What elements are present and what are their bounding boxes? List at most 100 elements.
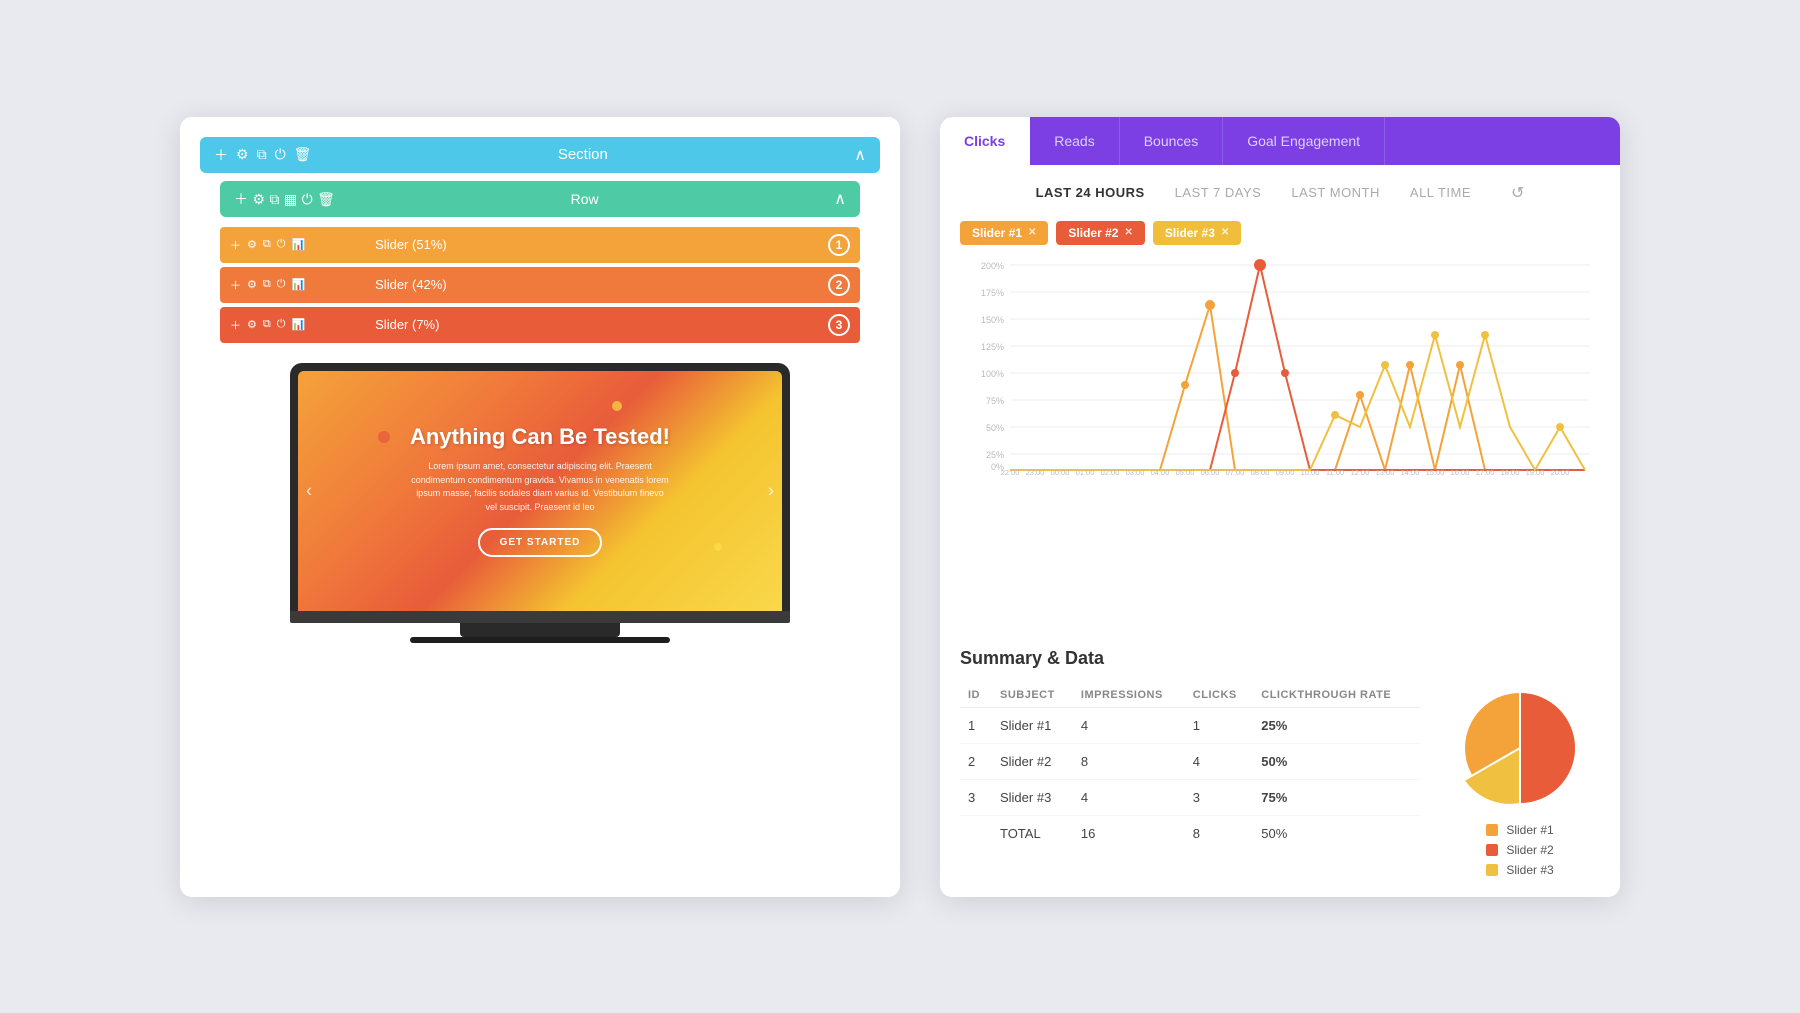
gear-s1-icon[interactable]: ⚙ bbox=[247, 238, 257, 251]
copy-row-icon[interactable]: ⧉ bbox=[269, 191, 279, 207]
point-s1-2 bbox=[1181, 381, 1189, 389]
row-chevron-icon[interactable]: ∧ bbox=[834, 189, 846, 209]
filter-tag-slider3[interactable]: Slider #3 ✕ bbox=[1153, 221, 1241, 245]
add-row-icon[interactable]: ＋ bbox=[234, 191, 248, 207]
section-bar: ＋ ⚙ ⧉ ⏻ 🗑 Section ∧ bbox=[200, 137, 880, 173]
point-s1-5 bbox=[1456, 361, 1464, 369]
row1-id: 1 bbox=[960, 707, 992, 743]
svg-text:25%: 25% bbox=[986, 450, 1004, 460]
row2-rate: 50% bbox=[1253, 743, 1420, 779]
summary-layout: ID SUBJECT IMPRESSIONS CLICKS CLICKTHROU… bbox=[960, 683, 1600, 877]
nav-next-arrow[interactable]: › bbox=[768, 480, 774, 501]
add-s1-icon[interactable]: ＋ bbox=[230, 237, 241, 253]
svg-text:02:00: 02:00 bbox=[1101, 468, 1120, 475]
tab-goal-engagement[interactable]: Goal Engagement bbox=[1223, 117, 1385, 165]
svg-text:11:00: 11:00 bbox=[1326, 468, 1344, 475]
svg-text:14:00: 14:00 bbox=[1401, 468, 1420, 475]
svg-text:17:00: 17:00 bbox=[1476, 468, 1495, 475]
svg-text:125%: 125% bbox=[981, 342, 1004, 352]
filter-tag-slider2[interactable]: Slider #2 ✕ bbox=[1056, 221, 1144, 245]
line-slider3 bbox=[1010, 335, 1585, 470]
dot-2 bbox=[612, 401, 622, 411]
tag3-close-icon[interactable]: ✕ bbox=[1221, 227, 1229, 238]
row3-rate: 75% bbox=[1253, 779, 1420, 815]
trash-icon[interactable]: 🗑 bbox=[294, 146, 312, 163]
chevron-up-icon[interactable]: ∧ bbox=[854, 145, 866, 165]
summary-section: Summary & Data ID SUBJECT IMPRESSIONS CL… bbox=[940, 638, 1620, 897]
gear-s2-icon[interactable]: ⚙ bbox=[247, 278, 257, 291]
point-s1-4 bbox=[1406, 361, 1414, 369]
tab-clicks[interactable]: Clicks bbox=[940, 117, 1030, 165]
dot-1 bbox=[378, 431, 390, 443]
slider3-label: Slider (7%) bbox=[315, 317, 828, 332]
legend-label-3: Slider #3 bbox=[1506, 863, 1553, 877]
point-s1-peak bbox=[1205, 300, 1215, 310]
reset-button[interactable]: ↺ bbox=[1511, 183, 1524, 203]
svg-text:18:00: 18:00 bbox=[1501, 468, 1520, 475]
add-s2-icon[interactable]: ＋ bbox=[230, 277, 241, 293]
chart-s2-icon[interactable]: 📊 bbox=[291, 278, 305, 291]
filter-lastmonth[interactable]: LAST MONTH bbox=[1291, 185, 1380, 200]
nav-prev-arrow[interactable]: ‹ bbox=[306, 480, 312, 501]
right-panel: Clicks Reads Bounces Goal Engagement LAS… bbox=[940, 117, 1620, 897]
tab-reads[interactable]: Reads bbox=[1030, 117, 1119, 165]
laptop-screen-content: Anything Can Be Tested! Lorem ipsum amet… bbox=[390, 404, 690, 577]
row3-clicks: 3 bbox=[1185, 779, 1253, 815]
laptop-stand bbox=[460, 623, 620, 637]
copy-s3-icon[interactable]: ⧉ bbox=[263, 318, 271, 331]
tab-bounces[interactable]: Bounces bbox=[1120, 117, 1223, 165]
power-icon[interactable]: ⏻ bbox=[275, 146, 286, 163]
svg-text:07:00: 07:00 bbox=[1226, 468, 1245, 475]
svg-text:06:00: 06:00 bbox=[1201, 468, 1220, 475]
total-clicks: 8 bbox=[1185, 815, 1253, 851]
power-s3-icon[interactable]: ⏻ bbox=[277, 318, 286, 331]
copy-icon[interactable]: ⧉ bbox=[257, 146, 267, 163]
laptop-mockup: ‹ Anything Can Be Tested! Lorem ipsum am… bbox=[200, 363, 880, 643]
tabs-bar: Clicks Reads Bounces Goal Engagement bbox=[940, 117, 1620, 165]
row2-id: 2 bbox=[960, 743, 992, 779]
svg-text:16:00: 16:00 bbox=[1451, 468, 1470, 475]
pie-chart-wrap: Slider #1 Slider #2 Slider #3 bbox=[1440, 683, 1600, 877]
section-title: Section bbox=[311, 146, 854, 163]
svg-text:175%: 175% bbox=[981, 288, 1004, 298]
legend-label-1: Slider #1 bbox=[1506, 823, 1553, 837]
slider1-tag-label: Slider #1 bbox=[972, 226, 1022, 240]
row2-impressions: 8 bbox=[1073, 743, 1185, 779]
power-s1-icon[interactable]: ⏻ bbox=[277, 238, 286, 251]
slider3-badge: 3 bbox=[828, 314, 850, 336]
power-s2-icon[interactable]: ⏻ bbox=[277, 278, 286, 291]
row1-rate: 25% bbox=[1253, 707, 1420, 743]
chart-s3-icon[interactable]: 📊 bbox=[291, 318, 305, 331]
table-row: 3 Slider #3 4 3 75% bbox=[960, 779, 1420, 815]
row3-impressions: 4 bbox=[1073, 779, 1185, 815]
gear-icon[interactable]: ⚙ bbox=[236, 146, 249, 163]
section-bar-icons: ＋ ⚙ ⧉ ⏻ 🗑 bbox=[214, 145, 311, 165]
laptop-cta-button[interactable]: GET STARTED bbox=[478, 528, 603, 557]
copy-s2-icon[interactable]: ⧉ bbox=[263, 278, 271, 291]
copy-s1-icon[interactable]: ⧉ bbox=[263, 238, 271, 251]
svg-text:22:00: 22:00 bbox=[1001, 468, 1020, 475]
filter-alltime[interactable]: ALL TIME bbox=[1410, 185, 1471, 200]
legend-item-1: Slider #1 bbox=[1486, 823, 1553, 837]
trash-row-icon[interactable]: 🗑 bbox=[317, 191, 335, 207]
filter-last7days[interactable]: LAST 7 DAYS bbox=[1175, 185, 1262, 200]
gear-row-icon[interactable]: ⚙ bbox=[252, 191, 265, 207]
slider-row-3[interactable]: ＋ ⚙ ⧉ ⏻ 📊 Slider (7%) 3 bbox=[220, 307, 860, 343]
slider-row-1[interactable]: ＋ ⚙ ⧉ ⏻ 📊 Slider (51%) 1 bbox=[220, 227, 860, 263]
slider-row-2[interactable]: ＋ ⚙ ⧉ ⏻ 📊 Slider (42%) 2 bbox=[220, 267, 860, 303]
line-slider2 bbox=[1010, 265, 1585, 470]
laptop: ‹ Anything Can Be Tested! Lorem ipsum am… bbox=[290, 363, 790, 643]
tag2-close-icon[interactable]: ✕ bbox=[1124, 227, 1132, 238]
gear-s3-icon[interactable]: ⚙ bbox=[247, 318, 257, 331]
filter-last24h[interactable]: LAST 24 HOURS bbox=[1036, 185, 1145, 200]
filter-tag-slider1[interactable]: Slider #1 ✕ bbox=[960, 221, 1048, 245]
add-s3-icon[interactable]: ＋ bbox=[230, 317, 241, 333]
total-label: TOTAL bbox=[992, 815, 1073, 851]
grid-icon[interactable]: ▦ bbox=[284, 191, 297, 207]
col-id: ID bbox=[960, 683, 992, 708]
tag1-close-icon[interactable]: ✕ bbox=[1028, 227, 1036, 238]
chart-s1-icon[interactable]: 📊 bbox=[291, 238, 305, 251]
laptop-base bbox=[290, 611, 790, 623]
add-icon[interactable]: ＋ bbox=[214, 145, 228, 165]
power-row-icon[interactable]: ⏻ bbox=[302, 191, 313, 207]
